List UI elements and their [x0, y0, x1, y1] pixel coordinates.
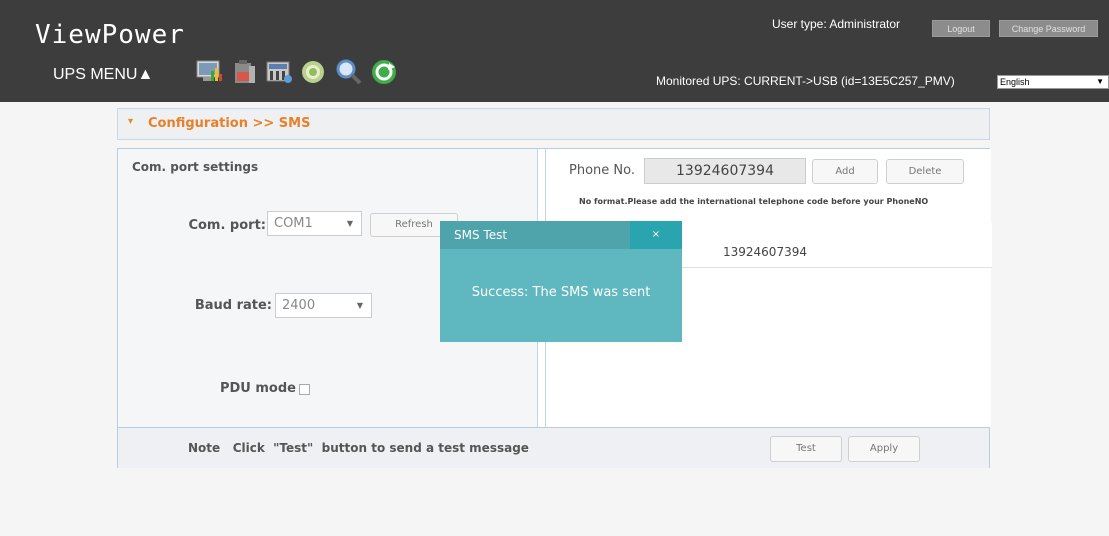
sms-test-dialog: SMS Test × Success: The SMS was sent — [440, 221, 682, 342]
chevron-down-icon: ▼ — [356, 301, 363, 310]
section-heading: Com. port settings — [132, 160, 259, 174]
delete-phone-button[interactable]: Delete — [886, 159, 964, 184]
monitored-ups-label: Monitored UPS: CURRENT->USB (id=13E5C257… — [656, 74, 955, 88]
search-magnifier-icon[interactable] — [334, 57, 364, 87]
language-select[interactable]: English ▼ — [997, 75, 1109, 89]
com-port-select-value: COM1 — [274, 216, 313, 231]
com-port-label: Com. port: — [188, 218, 266, 233]
pdu-mode-label: PDU mode — [219, 381, 296, 396]
settings-tools-icon[interactable] — [264, 57, 294, 87]
baud-rate-label: Baud rate: — [194, 298, 272, 313]
baud-rate-select[interactable]: 2400 ▼ — [275, 293, 372, 318]
logout-button[interactable]: Logout — [932, 20, 990, 37]
chevron-down-icon: ▾ — [128, 116, 134, 127]
apply-button[interactable]: Apply — [848, 436, 920, 462]
configuration-breadcrumb-bar: ▾ Configuration >> SMS — [117, 108, 990, 140]
chevron-down-icon: ▼ — [346, 219, 353, 228]
phone-number-label: Phone No. — [569, 163, 635, 178]
refresh-icon[interactable] — [369, 57, 399, 87]
phone-number-input[interactable]: 13924607394 — [644, 158, 806, 184]
add-phone-button[interactable]: Add — [812, 159, 878, 184]
test-button[interactable]: Test — [770, 436, 842, 462]
dialog-message: Success: The SMS was sent — [471, 285, 651, 300]
chevron-down-icon: ▼ — [1096, 77, 1104, 86]
breadcrumb-title: Configuration >> SMS — [148, 116, 311, 131]
change-password-button[interactable]: Change Password — [999, 20, 1098, 37]
battery-icon[interactable] — [229, 57, 259, 87]
ups-menu-toggle[interactable]: UPS MENU▲ — [53, 66, 153, 84]
top-header: ViewPower User type: Administrator Logou… — [0, 0, 1109, 102]
phone-format-note: No format.Please add the international t… — [579, 197, 929, 206]
monitor-chart-icon[interactable] — [194, 57, 224, 87]
phone-list-entry: 13924607394 — [723, 245, 807, 259]
dialog-titlebar: SMS Test × — [440, 221, 682, 249]
status-ring-icon[interactable] — [299, 57, 329, 87]
app-logo: ViewPower — [35, 20, 185, 50]
language-select-value: English — [1000, 77, 1030, 87]
dialog-title: SMS Test — [454, 228, 508, 242]
close-icon[interactable]: × — [630, 221, 682, 249]
com-port-select[interactable]: COM1 ▼ — [267, 211, 362, 236]
baud-rate-select-value: 2400 — [282, 298, 316, 313]
footer-note: Note Click "Test" button to send a test … — [188, 441, 529, 455]
user-type-label: User type: Administrator — [772, 17, 901, 31]
panel-footer: Note Click "Test" button to send a test … — [118, 427, 989, 468]
pdu-mode-checkbox[interactable] — [299, 384, 310, 395]
